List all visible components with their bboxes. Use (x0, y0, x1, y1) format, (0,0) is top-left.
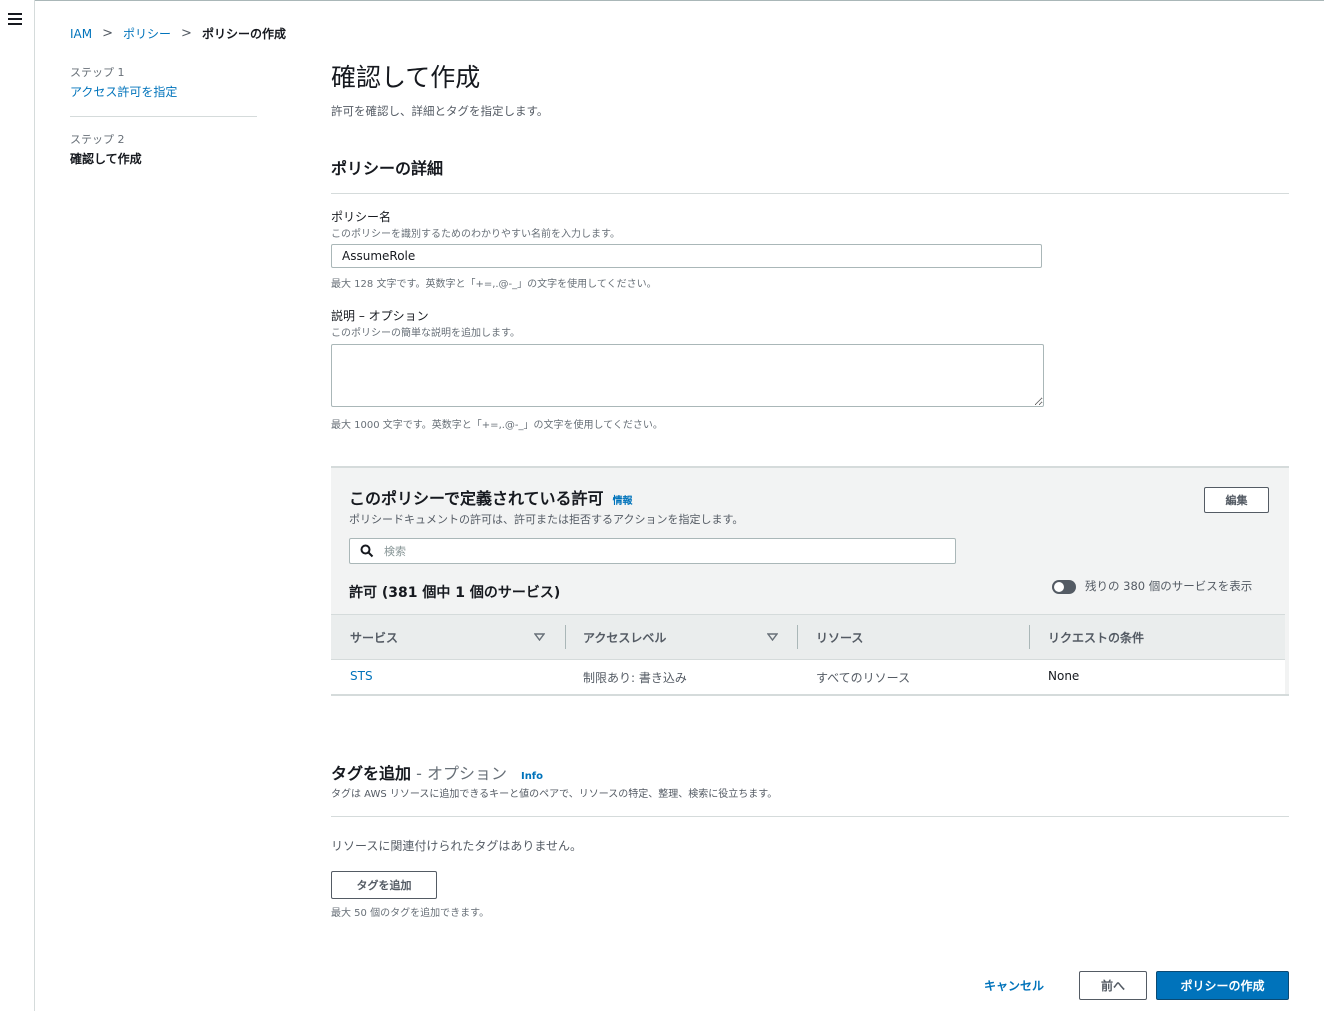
breadcrumb-iam[interactable]: IAM (70, 27, 92, 41)
column-separator (1029, 625, 1030, 649)
page-subtitle: 許可を確認し、詳細とタグを指定します。 (331, 104, 549, 118)
add-tag-button[interactable]: タグを追加 (331, 871, 437, 899)
step-2-current: 確認して作成 (70, 152, 142, 166)
tags-info-link[interactable]: Info (521, 771, 543, 782)
section-divider (331, 193, 1289, 194)
table-row: STS 制限あり: 書き込み すべてのリソース None (331, 660, 1285, 694)
permissions-panel: このポリシーで定義されている許可 情報 ポリシードキュメントの許可は、許可または拒… (331, 466, 1289, 696)
breadcrumb-current: ポリシーの作成 (201, 27, 286, 41)
column-access-level[interactable]: アクセスレベル (583, 629, 666, 646)
row-access-level: 制限あり: 書き込み (583, 671, 687, 685)
show-remaining-toggle[interactable] (1052, 580, 1076, 594)
description-constraint: 最大 1000 文字です。英数字と「+=,.@-_」の文字を使用してください。 (331, 420, 663, 431)
chevron-right-icon: > (181, 26, 192, 41)
page-header: 確認して作成 許可を確認し、詳細とタグを指定します。 (331, 58, 1289, 119)
policy-details-title: ポリシーの詳細 (331, 159, 444, 178)
policy-name-description: このポリシーを識別するためのわかりやすい名前を入力します。 (331, 229, 620, 240)
cancel-button[interactable]: キャンセル (984, 977, 1044, 994)
step-2-label: ステップ 2 (70, 133, 125, 146)
policy-name-label: ポリシー名 (331, 210, 392, 224)
row-condition: None (1048, 669, 1080, 683)
show-remaining-label: 残りの 380 個のサービスを表示 (1085, 579, 1253, 593)
step-1-label: ステップ 1 (70, 66, 125, 79)
create-policy-button[interactable]: ポリシーの作成 (1156, 971, 1289, 1000)
step-1-link[interactable]: アクセス許可を指定 (70, 83, 257, 100)
description-textarea[interactable] (331, 344, 1044, 407)
no-tags-message: リソースに関連付けられたタグはありません。 (331, 839, 583, 853)
column-separator (565, 625, 566, 649)
permissions-title: このポリシーで定義されている許可 情報 (349, 485, 633, 509)
column-resource: リソース (816, 631, 864, 645)
tags-title-text: タグを追加 (331, 764, 412, 783)
search-icon (360, 544, 374, 558)
policy-name-input[interactable] (331, 244, 1042, 268)
permissions-table-header: サービス アクセスレベル リソース リクエストの条件 (331, 614, 1285, 660)
sort-down-icon[interactable] (534, 633, 545, 641)
description-label: 説明 – オプション (331, 309, 429, 323)
tags-divider (331, 816, 1289, 817)
page-title: 確認して作成 (331, 63, 481, 92)
permissions-count: 許可 (381 個中 1 個のサービス) (349, 585, 561, 601)
permissions-description: ポリシードキュメントの許可は、許可または拒否するアクションを指定します。 (349, 513, 744, 526)
search-input[interactable] (382, 543, 955, 559)
column-separator (797, 625, 798, 649)
tag-limit-text: 最大 50 個のタグを追加できます。 (331, 908, 490, 919)
toggle-knob (1054, 582, 1064, 592)
permissions-title-text: このポリシーで定義されている許可 (349, 489, 604, 508)
search-box (349, 538, 956, 564)
column-request-condition: リクエストの条件 (1048, 631, 1145, 645)
navigation-rail (0, 0, 35, 1011)
tags-optional-text: - オプション (411, 764, 507, 783)
edit-button[interactable]: 編集 (1204, 487, 1269, 513)
column-service[interactable]: サービス (350, 629, 398, 646)
permissions-info-link[interactable]: 情報 (613, 496, 633, 507)
tags-section-title: タグを追加 - オプション Info (331, 760, 543, 784)
previous-button[interactable]: 前へ (1079, 971, 1147, 1000)
breadcrumb-policies[interactable]: ポリシー (123, 25, 171, 42)
top-border (0, 0, 1324, 1)
sort-down-icon[interactable] (767, 633, 778, 641)
step-divider (70, 116, 257, 117)
row-resource: すべてのリソース (816, 671, 911, 685)
menu-icon[interactable] (8, 13, 22, 25)
breadcrumb: IAM > ポリシー > ポリシーの作成 (70, 25, 286, 42)
policy-name-constraint: 最大 128 文字です。英数字と「+=,.@-_」の文字を使用してください。 (331, 279, 657, 290)
chevron-right-icon: > (102, 26, 114, 41)
description-help: このポリシーの簡単な説明を追加します。 (331, 328, 520, 339)
wizard-steps: ステップ 1 アクセス許可を指定 ステップ 2 確認して作成 (70, 64, 257, 167)
tags-description: タグは AWS リソースに追加できるキーと値のペアで、リソースの特定、整理、検索… (331, 789, 778, 800)
row-service-link[interactable]: STS (350, 669, 373, 683)
